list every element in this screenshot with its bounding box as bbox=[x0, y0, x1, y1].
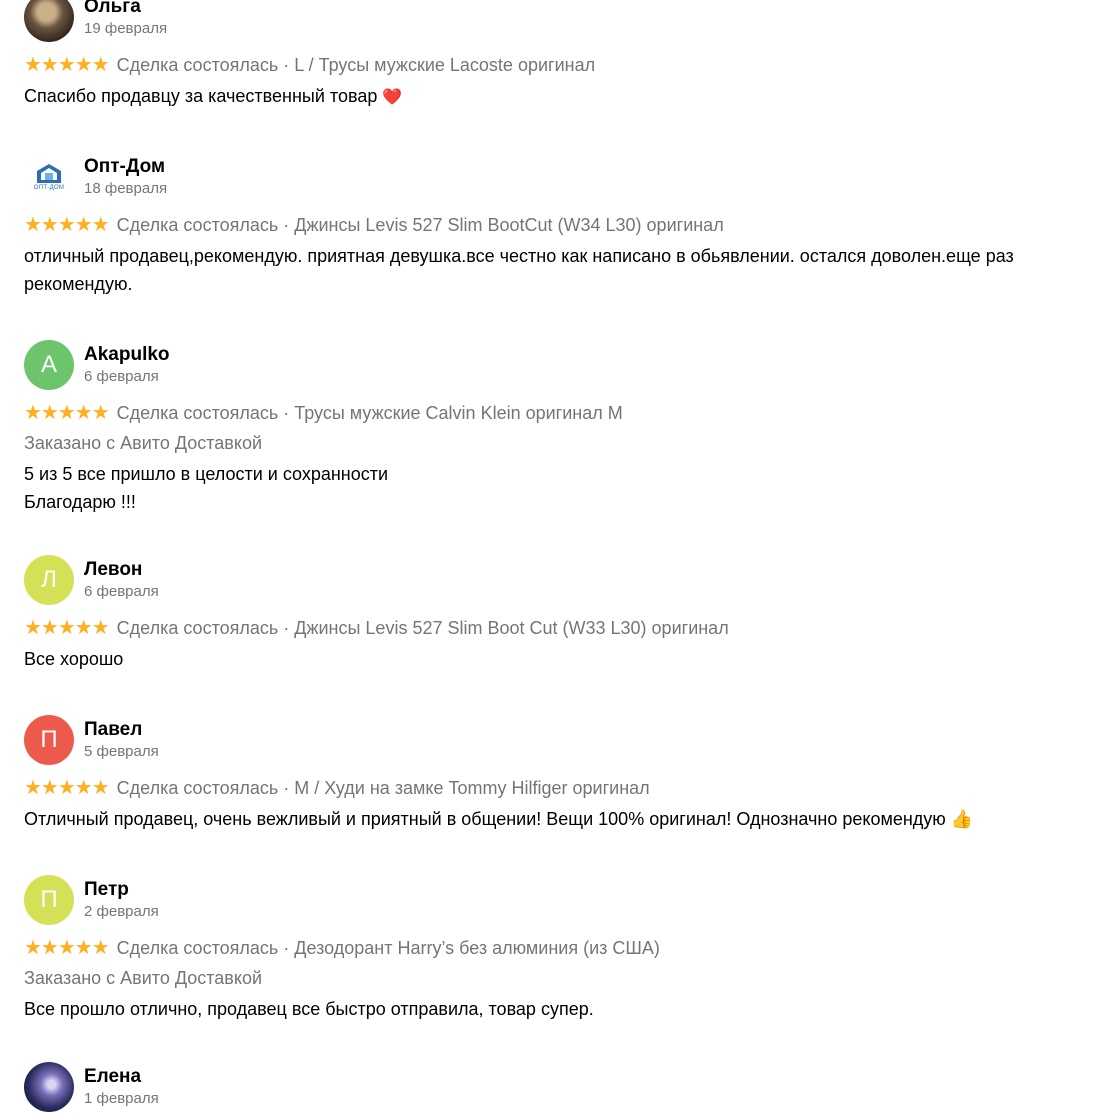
deal-info: Сделка состоялась · Дезодорант Harry’s б… bbox=[116, 938, 660, 958]
opt-dom-logo-icon[interactable]: ОПТ-ДОМ bbox=[24, 152, 74, 202]
user-photo-icon[interactable] bbox=[24, 1062, 74, 1112]
review-item: ОПТ-ДОМ Опт-Дом 18 февраля ★★★★★ Сделка … bbox=[24, 152, 1114, 298]
review-text-body: Отличный продавец, очень вежливый и прия… bbox=[24, 809, 946, 829]
heart-emoji-icon: ❤️ bbox=[382, 89, 403, 106]
avatar-letter: A bbox=[40, 351, 57, 378]
logo-text: ОПТ-ДОМ bbox=[33, 184, 65, 191]
review-meta: ★★★★★ Сделка состоялась · M / Худи на за… bbox=[24, 773, 1114, 803]
deal-info: Сделка состоялась · Джинсы Levis 527 Sli… bbox=[116, 215, 724, 235]
review-date: 19 февраля bbox=[84, 19, 168, 37]
author-name[interactable]: Akapulko bbox=[84, 344, 170, 366]
deal-info: Сделка состоялась · M / Худи на замке To… bbox=[116, 778, 650, 798]
author-name[interactable]: Левон bbox=[84, 559, 159, 581]
author-name[interactable]: Елена bbox=[84, 1066, 159, 1088]
rating-stars-icon: ★★★★★ bbox=[24, 777, 110, 799]
delivery-note: Заказано с Авито Доставкой bbox=[24, 433, 263, 453]
review-date: 1 февраля bbox=[84, 1089, 159, 1107]
review-meta: ★★★★★ Сделка состоялась · Джинсы Levis 5… bbox=[24, 613, 1114, 643]
review-text: 5 из 5 все пришло в целости и сохранност… bbox=[24, 464, 389, 512]
author-name[interactable]: Опт-Дом bbox=[84, 156, 167, 178]
review-item: Л Левон 6 февраля ★★★★★ Сделка состоялас… bbox=[24, 555, 1114, 673]
avatar-letter: П bbox=[40, 726, 58, 753]
review-text: Все хорошо bbox=[24, 649, 124, 669]
rating-stars-icon: ★★★★★ bbox=[24, 937, 110, 959]
review-text-body: Спасибо продавцу за качественный товар bbox=[24, 86, 378, 106]
review-text: Спасибо продавцу за качественный товар ❤… bbox=[24, 82, 1114, 112]
author-name[interactable]: Петр bbox=[84, 879, 159, 901]
review-item: П Петр 2 февраля ★★★★★ Сделка состоялась… bbox=[24, 875, 1114, 1023]
rating-stars-icon: ★★★★★ bbox=[24, 402, 110, 424]
deal-info: Сделка состоялась · L / Трусы мужские La… bbox=[116, 55, 596, 75]
review-text: Отличный продавец, очень вежливый и прия… bbox=[24, 805, 1114, 833]
review-text: отличный продавец,рекомендую. приятная д… bbox=[24, 246, 1014, 294]
avatar[interactable]: П bbox=[24, 875, 74, 925]
avatar[interactable]: П bbox=[24, 715, 74, 765]
review-item: П Павел 5 февраля ★★★★★ Сделка состоялас… bbox=[24, 715, 1114, 833]
rating-stars-icon: ★★★★★ bbox=[24, 54, 110, 76]
rating-stars-icon: ★★★★★ bbox=[24, 617, 110, 639]
deal-info: Сделка состоялась · Джинсы Levis 527 Sli… bbox=[116, 618, 729, 638]
deal-info: Сделка состоялась · Трусы мужские Calvin… bbox=[116, 403, 623, 423]
review-item: A Akapulko 6 февраля ★★★★★ Сделка состоя… bbox=[24, 340, 1114, 516]
avatar[interactable]: Л bbox=[24, 555, 74, 605]
review-meta: ★★★★★ Сделка состоялась · Джинсы Levis 5… bbox=[24, 210, 1114, 240]
review-date: 6 февраля bbox=[84, 367, 159, 385]
house-icon bbox=[37, 163, 61, 183]
avatar[interactable]: A bbox=[24, 340, 74, 390]
delivery-note: Заказано с Авито Доставкой bbox=[24, 968, 263, 988]
author-name[interactable]: Ольга bbox=[84, 0, 167, 18]
review-date: 2 февраля bbox=[84, 902, 159, 920]
avatar-letter: Л bbox=[41, 566, 57, 593]
author-name[interactable]: Павел bbox=[84, 719, 159, 741]
review-item: Ольга 19 февраля ★★★★★ Сделка состоялась… bbox=[24, 0, 1114, 112]
review-text: Все прошло отлично, продавец все быстро … bbox=[24, 999, 594, 1019]
review-meta: ★★★★★ Сделка состоялась · L / Трусы мужс… bbox=[24, 50, 1114, 80]
review-date: 5 февраля bbox=[84, 742, 159, 760]
review-date: 18 февраля bbox=[84, 179, 168, 197]
avatar-letter: П bbox=[40, 886, 58, 913]
user-photo-icon[interactable] bbox=[24, 0, 74, 42]
review-meta: ★★★★★ Сделка состоялась · Трусы мужские … bbox=[24, 398, 1114, 428]
thumbs-up-emoji-icon: 👍 bbox=[950, 809, 974, 829]
review-item: Елена 1 февраля bbox=[24, 1062, 1114, 1112]
rating-stars-icon: ★★★★★ bbox=[24, 214, 110, 236]
review-date: 6 февраля bbox=[84, 582, 159, 600]
review-meta: ★★★★★ Сделка состоялась · Дезодорант Har… bbox=[24, 933, 1114, 963]
